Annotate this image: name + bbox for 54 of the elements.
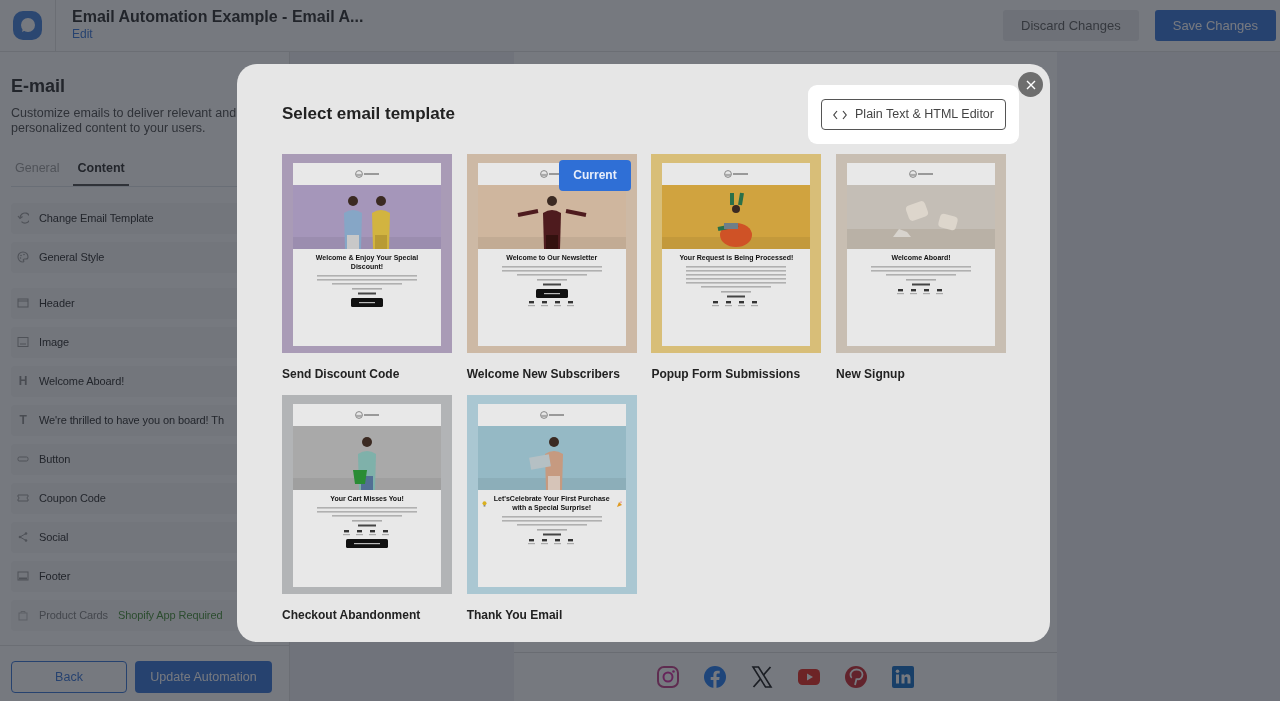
app-logo — [13, 11, 42, 40]
tab[interactable]: Content — [73, 152, 129, 186]
logo-placeholder-drawing — [355, 411, 379, 419]
instagram-icon — [655, 665, 680, 689]
palette-icon — [17, 251, 29, 264]
logo-placeholder-drawing — [909, 170, 934, 178]
coupon-code-drawing — [721, 290, 752, 298]
share-icon — [17, 531, 29, 544]
logo-placeholder-drawing — [724, 170, 749, 178]
countdown-timer-drawing — [526, 300, 577, 307]
ticket-icon — [17, 492, 29, 505]
countdown-timer-drawing — [342, 529, 392, 536]
close-icon — [1025, 79, 1036, 90]
email-cta-button-drawing — [346, 538, 388, 548]
update-button[interactable]: Update Automation — [135, 661, 272, 693]
coupon-code-drawing — [906, 278, 937, 286]
footer-layout-icon — [17, 570, 29, 583]
close-button[interactable] — [1018, 72, 1043, 97]
code-icon — [833, 109, 848, 120]
linkedin-icon — [890, 665, 915, 689]
logo-placeholder-drawing — [539, 411, 564, 419]
email-cta-button-drawing — [351, 297, 383, 307]
email-cta-button-drawing — [535, 288, 568, 298]
pinterest-icon — [843, 665, 868, 689]
template-name: Popup Form Submissions — [651, 366, 802, 383]
header-layout-icon — [17, 297, 29, 310]
coupon-code-drawing — [352, 287, 382, 295]
coupon-code-drawing — [536, 528, 567, 536]
x-logo-icon — [749, 665, 774, 689]
image-icon — [17, 336, 29, 349]
edit-link[interactable]: Edit — [72, 25, 93, 44]
party-popper-icon — [616, 500, 622, 507]
coupon-code-drawing — [352, 519, 382, 527]
history-icon — [17, 212, 29, 225]
save-button[interactable]: Save Changes — [1154, 10, 1276, 41]
panel-description: Customize emails to deliver relevant and personalized content to your users. — [11, 105, 238, 137]
template-name: Thank You Email — [466, 607, 564, 624]
template-name: New Signup — [836, 366, 906, 383]
template-name: Welcome New Subscribers — [466, 366, 621, 383]
lightbulb-icon — [481, 500, 487, 507]
logo-placeholder-drawing — [355, 170, 379, 178]
coupon-code-drawing — [536, 278, 567, 286]
dialog-title: Select email template — [282, 104, 455, 125]
back-button[interactable]: Back — [11, 661, 127, 693]
html-editor-button[interactable]: Plain Text & HTML Editor — [821, 99, 1006, 130]
countdown-timer-drawing — [526, 538, 577, 545]
discard-button[interactable]: Discard Changes — [1003, 10, 1139, 41]
template-name: Checkout Abandonment — [282, 607, 422, 624]
facebook-icon — [702, 665, 727, 689]
requirement-note: Shopify App Required — [118, 607, 223, 623]
current-badge: Current — [559, 160, 631, 191]
page-title: Email Automation Example - Email A... — [72, 7, 365, 26]
template-name: Send Discount Code — [282, 366, 401, 383]
panel-heading: E-mail — [11, 76, 67, 98]
